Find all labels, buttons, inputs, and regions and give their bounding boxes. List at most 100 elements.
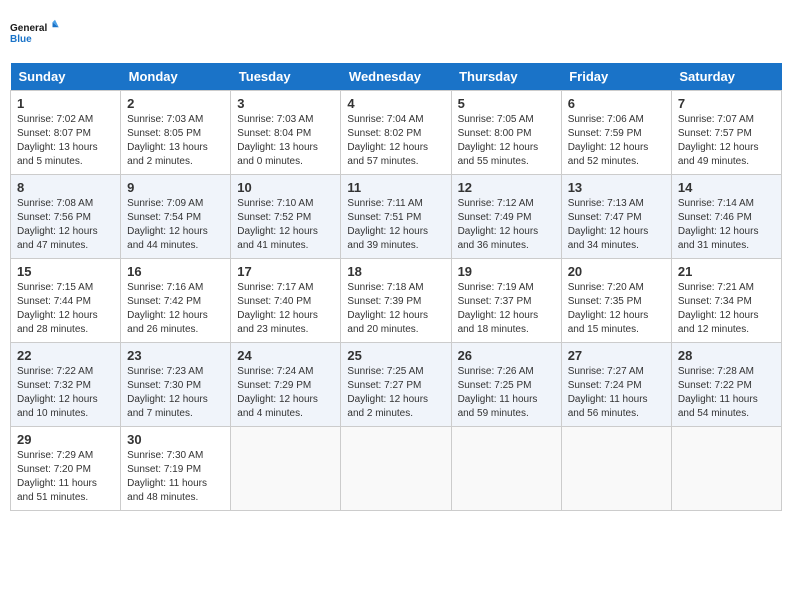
day-number: 22: [17, 348, 114, 363]
calendar-cell: 30 Sunrise: 7:30 AMSunset: 7:19 PMDayligh…: [121, 427, 231, 511]
day-info: Sunrise: 7:12 AMSunset: 7:49 PMDaylight:…: [458, 197, 555, 253]
logo-svg: General Blue: [10, 10, 60, 55]
calendar-cell: 1 Sunrise: 7:02 AMSunset: 8:07 PMDaylight…: [11, 91, 121, 175]
calendar-week-4: 22 Sunrise: 7:22 AMSunset: 7:32 PMDayligh…: [11, 343, 782, 427]
day-info: Sunrise: 7:23 AMSunset: 7:30 PMDaylight:…: [127, 365, 224, 421]
calendar-cell: [341, 427, 451, 511]
calendar-cell: 20 Sunrise: 7:20 AMSunset: 7:35 PMDayligh…: [561, 259, 671, 343]
day-number: 4: [347, 96, 444, 111]
calendar-table: SundayMondayTuesdayWednesdayThursdayFrid…: [10, 63, 782, 511]
day-info: Sunrise: 7:22 AMSunset: 7:32 PMDaylight:…: [17, 365, 114, 421]
day-info: Sunrise: 7:26 AMSunset: 7:25 PMDaylight:…: [458, 365, 555, 421]
day-info: Sunrise: 7:06 AMSunset: 7:59 PMDaylight:…: [568, 113, 665, 169]
day-info: Sunrise: 7:27 AMSunset: 7:24 PMDaylight:…: [568, 365, 665, 421]
calendar-cell: 3 Sunrise: 7:03 AMSunset: 8:04 PMDaylight…: [231, 91, 341, 175]
day-info: Sunrise: 7:04 AMSunset: 8:02 PMDaylight:…: [347, 113, 444, 169]
weekday-friday: Friday: [561, 63, 671, 91]
weekday-monday: Monday: [121, 63, 231, 91]
day-number: 17: [237, 264, 334, 279]
day-info: Sunrise: 7:29 AMSunset: 7:20 PMDaylight:…: [17, 449, 114, 505]
day-info: Sunrise: 7:15 AMSunset: 7:44 PMDaylight:…: [17, 281, 114, 337]
day-info: Sunrise: 7:03 AMSunset: 8:04 PMDaylight:…: [237, 113, 334, 169]
day-number: 24: [237, 348, 334, 363]
day-number: 5: [458, 96, 555, 111]
calendar-body: 1 Sunrise: 7:02 AMSunset: 8:07 PMDaylight…: [11, 91, 782, 511]
day-info: Sunrise: 7:02 AMSunset: 8:07 PMDaylight:…: [17, 113, 114, 169]
day-info: Sunrise: 7:19 AMSunset: 7:37 PMDaylight:…: [458, 281, 555, 337]
weekday-tuesday: Tuesday: [231, 63, 341, 91]
day-info: Sunrise: 7:08 AMSunset: 7:56 PMDaylight:…: [17, 197, 114, 253]
calendar-cell: 4 Sunrise: 7:04 AMSunset: 8:02 PMDaylight…: [341, 91, 451, 175]
calendar-cell: 21 Sunrise: 7:21 AMSunset: 7:34 PMDayligh…: [671, 259, 781, 343]
day-info: Sunrise: 7:14 AMSunset: 7:46 PMDaylight:…: [678, 197, 775, 253]
day-info: Sunrise: 7:03 AMSunset: 8:05 PMDaylight:…: [127, 113, 224, 169]
day-number: 20: [568, 264, 665, 279]
day-number: 9: [127, 180, 224, 195]
day-info: Sunrise: 7:07 AMSunset: 7:57 PMDaylight:…: [678, 113, 775, 169]
day-info: Sunrise: 7:05 AMSunset: 8:00 PMDaylight:…: [458, 113, 555, 169]
weekday-thursday: Thursday: [451, 63, 561, 91]
day-info: Sunrise: 7:25 AMSunset: 7:27 PMDaylight:…: [347, 365, 444, 421]
weekday-header: SundayMondayTuesdayWednesdayThursdayFrid…: [11, 63, 782, 91]
calendar-cell: 8 Sunrise: 7:08 AMSunset: 7:56 PMDaylight…: [11, 175, 121, 259]
calendar-cell: 25 Sunrise: 7:25 AMSunset: 7:27 PMDayligh…: [341, 343, 451, 427]
day-info: Sunrise: 7:20 AMSunset: 7:35 PMDaylight:…: [568, 281, 665, 337]
logo: General Blue: [10, 10, 60, 55]
calendar-cell: [451, 427, 561, 511]
calendar-cell: 6Sunrise: 7:06 AMSunset: 7:59 PMDaylight…: [561, 91, 671, 175]
day-info: Sunrise: 7:17 AMSunset: 7:40 PMDaylight:…: [237, 281, 334, 337]
day-number: 16: [127, 264, 224, 279]
calendar-cell: 17 Sunrise: 7:17 AMSunset: 7:40 PMDayligh…: [231, 259, 341, 343]
day-info: Sunrise: 7:24 AMSunset: 7:29 PMDaylight:…: [237, 365, 334, 421]
day-number: 2: [127, 96, 224, 111]
calendar-cell: 12 Sunrise: 7:12 AMSunset: 7:49 PMDayligh…: [451, 175, 561, 259]
calendar-cell: [671, 427, 781, 511]
day-number: 18: [347, 264, 444, 279]
calendar-cell: 10 Sunrise: 7:10 AMSunset: 7:52 PMDayligh…: [231, 175, 341, 259]
day-number: 21: [678, 264, 775, 279]
day-number: 7: [678, 96, 775, 111]
day-number: 26: [458, 348, 555, 363]
day-info: Sunrise: 7:30 AMSunset: 7:19 PMDaylight:…: [127, 449, 224, 505]
calendar-week-5: 29 Sunrise: 7:29 AMSunset: 7:20 PMDayligh…: [11, 427, 782, 511]
calendar-cell: [561, 427, 671, 511]
calendar-cell: 7 Sunrise: 7:07 AMSunset: 7:57 PMDaylight…: [671, 91, 781, 175]
day-number: 25: [347, 348, 444, 363]
day-info: Sunrise: 7:16 AMSunset: 7:42 PMDaylight:…: [127, 281, 224, 337]
day-number: 8: [17, 180, 114, 195]
day-number: 29: [17, 432, 114, 447]
day-number: 30: [127, 432, 224, 447]
day-info: Sunrise: 7:21 AMSunset: 7:34 PMDaylight:…: [678, 281, 775, 337]
day-number: 28: [678, 348, 775, 363]
day-number: 27: [568, 348, 665, 363]
day-info: Sunrise: 7:18 AMSunset: 7:39 PMDaylight:…: [347, 281, 444, 337]
calendar-cell: 29 Sunrise: 7:29 AMSunset: 7:20 PMDayligh…: [11, 427, 121, 511]
svg-text:Blue: Blue: [10, 34, 32, 45]
calendar-cell: 19 Sunrise: 7:19 AMSunset: 7:37 PMDayligh…: [451, 259, 561, 343]
day-number: 12: [458, 180, 555, 195]
day-number: 15: [17, 264, 114, 279]
calendar-cell: 23 Sunrise: 7:23 AMSunset: 7:30 PMDayligh…: [121, 343, 231, 427]
day-number: 10: [237, 180, 334, 195]
day-number: 3: [237, 96, 334, 111]
day-number: 1: [17, 96, 114, 111]
calendar-cell: 5 Sunrise: 7:05 AMSunset: 8:00 PMDaylight…: [451, 91, 561, 175]
day-info: Sunrise: 7:28 AMSunset: 7:22 PMDaylight:…: [678, 365, 775, 421]
calendar-cell: 13Sunrise: 7:13 AMSunset: 7:47 PMDayligh…: [561, 175, 671, 259]
calendar-cell: 11Sunrise: 7:11 AMSunset: 7:51 PMDayligh…: [341, 175, 451, 259]
calendar-cell: 24 Sunrise: 7:24 AMSunset: 7:29 PMDayligh…: [231, 343, 341, 427]
day-number: 19: [458, 264, 555, 279]
calendar-week-3: 15 Sunrise: 7:15 AMSunset: 7:44 PMDayligh…: [11, 259, 782, 343]
day-number: 14: [678, 180, 775, 195]
calendar-cell: 2 Sunrise: 7:03 AMSunset: 8:05 PMDaylight…: [121, 91, 231, 175]
calendar-cell: 9 Sunrise: 7:09 AMSunset: 7:54 PMDaylight…: [121, 175, 231, 259]
day-info: Sunrise: 7:10 AMSunset: 7:52 PMDaylight:…: [237, 197, 334, 253]
weekday-sunday: Sunday: [11, 63, 121, 91]
day-number: 23: [127, 348, 224, 363]
calendar-cell: [231, 427, 341, 511]
day-info: Sunrise: 7:11 AMSunset: 7:51 PMDaylight:…: [347, 197, 444, 253]
calendar-cell: 26 Sunrise: 7:26 AMSunset: 7:25 PMDayligh…: [451, 343, 561, 427]
weekday-wednesday: Wednesday: [341, 63, 451, 91]
day-info: Sunrise: 7:09 AMSunset: 7:54 PMDaylight:…: [127, 197, 224, 253]
svg-text:General: General: [10, 23, 47, 34]
